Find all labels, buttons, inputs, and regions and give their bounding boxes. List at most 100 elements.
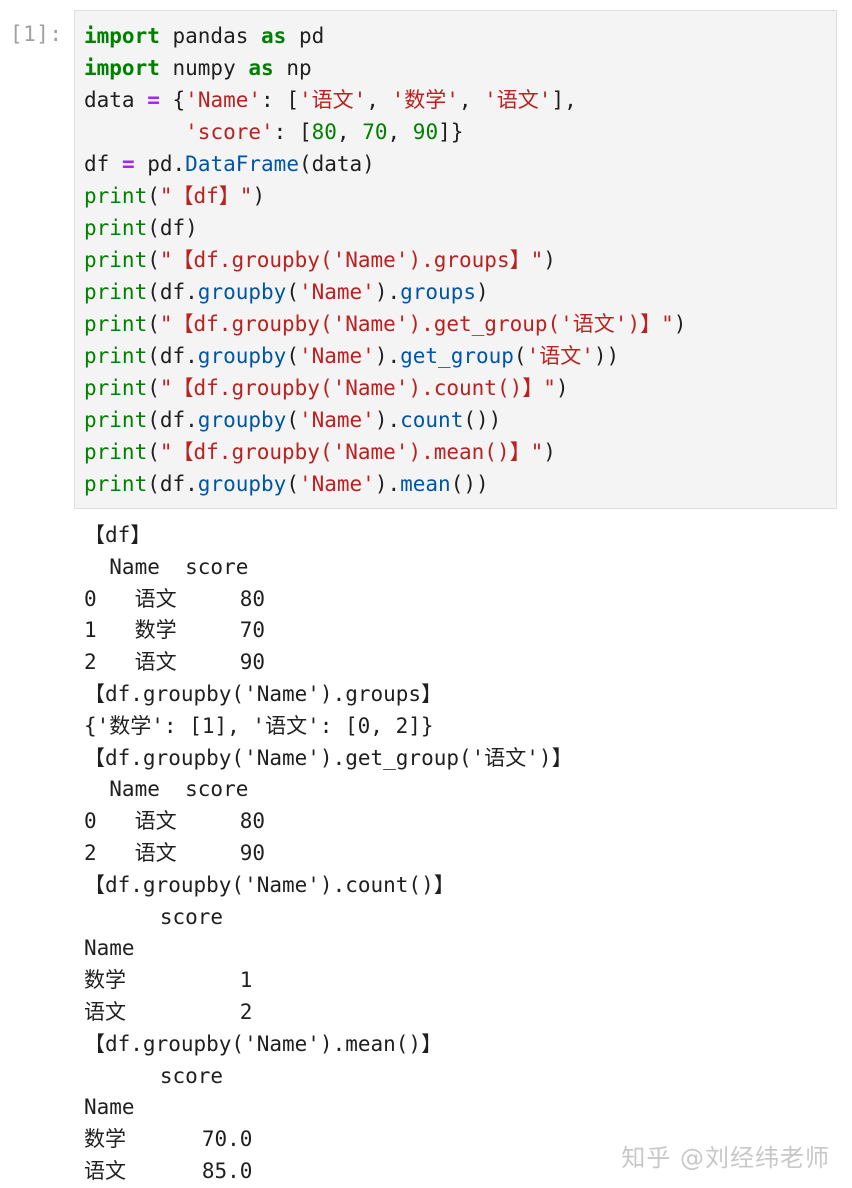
code-token: print (84, 344, 148, 368)
code-token: '语文' (298, 88, 367, 112)
output-line: 【df.groupby('Name').count()】 (84, 872, 455, 897)
code-token: print (84, 184, 148, 208)
code-line: print(df.groupby('Name').mean()) (84, 468, 686, 500)
code-token: df (84, 152, 122, 176)
output-line: 【df.groupby('Name').groups】 (84, 681, 443, 706)
code-token: (df. (147, 472, 198, 496)
code-line: print("【df.groupby('Name').groups】") (84, 244, 686, 276)
code-line: data = {'Name': ['语文', '数学', '语文'], (84, 84, 686, 116)
code-token: data (84, 88, 148, 112)
code-token: ). (374, 280, 401, 304)
code-token: : [ (261, 88, 299, 112)
output-line: 0 语文 80 (84, 809, 266, 834)
output-line: 数学 70.0 (84, 1127, 253, 1152)
code-editor[interactable]: import pandas as pd import numpy as np dat… (84, 20, 686, 500)
output-line: 0 语文 80 (84, 586, 266, 611)
code-token: import (84, 24, 160, 48)
code-token: = (121, 152, 135, 176)
code-token: , (366, 88, 392, 112)
code-line: print(df.groupby('Name').get_group('语文')… (84, 340, 686, 372)
code-token: 'Name' (298, 280, 375, 304)
code-token: 90 (412, 120, 439, 144)
code-token: ). (374, 472, 401, 496)
output-line: 1 数学 70 (84, 618, 266, 643)
output-line: 2 语文 90 (84, 840, 266, 865)
code-token: 80 (311, 120, 337, 144)
code-token: "【df.groupby('Name').get_group('语文')】" (159, 312, 674, 336)
code-token: ) (252, 184, 266, 208)
code-token: (data) (298, 152, 375, 176)
code-token: np (273, 56, 312, 80)
code-line: print("【df.groupby('Name').count()】") (84, 372, 686, 404)
code-token: ( (147, 376, 160, 400)
code-token: , (336, 120, 363, 144)
code-token: ( (286, 344, 299, 368)
code-line: df = pd.DataFrame(data) (84, 148, 686, 180)
code-token: "【df】" (159, 184, 253, 208)
output-line: 语文 85.0 (84, 1158, 253, 1183)
code-token: ( (513, 344, 527, 368)
code-token: ( (147, 248, 160, 272)
code-token: print (84, 216, 148, 240)
code-token: print (84, 248, 148, 272)
code-token: (df. (147, 280, 198, 304)
code-token: get_group (400, 344, 514, 368)
code-token: ) (475, 280, 489, 304)
code-token: ], (551, 88, 577, 112)
code-token: print (84, 312, 148, 336)
output-line: Name score (84, 777, 249, 802)
watermark: 知乎 @刘经纬老师 (621, 1144, 830, 1172)
code-token: = (147, 88, 160, 112)
code-token: as (248, 56, 274, 80)
code-token: 'Name' (298, 408, 375, 432)
output-line: Name (84, 1095, 135, 1120)
code-token: ]} (438, 120, 464, 144)
code-token: , (458, 88, 485, 112)
code-token: ()) (463, 408, 502, 432)
code-token: ). (374, 344, 401, 368)
code-token: ) (673, 312, 687, 336)
code-line: import pandas as pd (84, 20, 686, 52)
code-token: '语文' (484, 88, 552, 112)
code-token: 'Name' (298, 472, 375, 496)
code-token: print (84, 376, 148, 400)
code-token: )) (593, 344, 620, 368)
output-line: score (84, 1063, 224, 1088)
code-token: ( (147, 184, 160, 208)
cell-output: 【df】 Name score 0 语文 80 1 数学 70 2 语文 90 【df.… (84, 520, 573, 1188)
cell-prompt: [1]: (10, 22, 63, 46)
code-token: ()) (450, 472, 489, 496)
code-token: "【df.groupby('Name').mean()】" (159, 440, 544, 464)
code-token: ) (555, 376, 569, 400)
output-line: score (84, 904, 224, 929)
code-token: groups (400, 280, 476, 304)
code-token: '数学' (391, 88, 459, 112)
code-token: as (261, 24, 287, 48)
output-line: 语文 2 (84, 999, 253, 1024)
code-token: pd. (134, 152, 186, 176)
code-line: import numpy as np (84, 52, 686, 84)
output-line: Name (84, 936, 135, 961)
output-line: 【df.groupby('Name').mean()】 (84, 1031, 443, 1056)
code-token: mean (400, 472, 451, 496)
code-token: ( (286, 280, 299, 304)
code-token: ( (286, 408, 299, 432)
code-line: print(df) (84, 212, 686, 244)
code-token: : [ (273, 120, 312, 144)
output-line: 2 语文 90 (84, 650, 266, 675)
code-line: print("【df.groupby('Name').get_group('语文… (84, 308, 686, 340)
code-token: ( (147, 440, 160, 464)
code-token: print (84, 472, 148, 496)
code-token: pd (286, 24, 325, 48)
output-line: 【df】 (84, 523, 152, 547)
code-token: groupby (197, 344, 287, 368)
output-line: 数学 1 (84, 968, 253, 993)
code-token: groupby (197, 280, 287, 304)
code-token: numpy (159, 56, 249, 80)
code-token: 'Name' (185, 88, 262, 112)
code-token: ) (543, 440, 556, 464)
code-token: '语文' (526, 344, 594, 368)
code-token: 'score' (185, 120, 274, 144)
code-token: 70 (362, 120, 388, 144)
